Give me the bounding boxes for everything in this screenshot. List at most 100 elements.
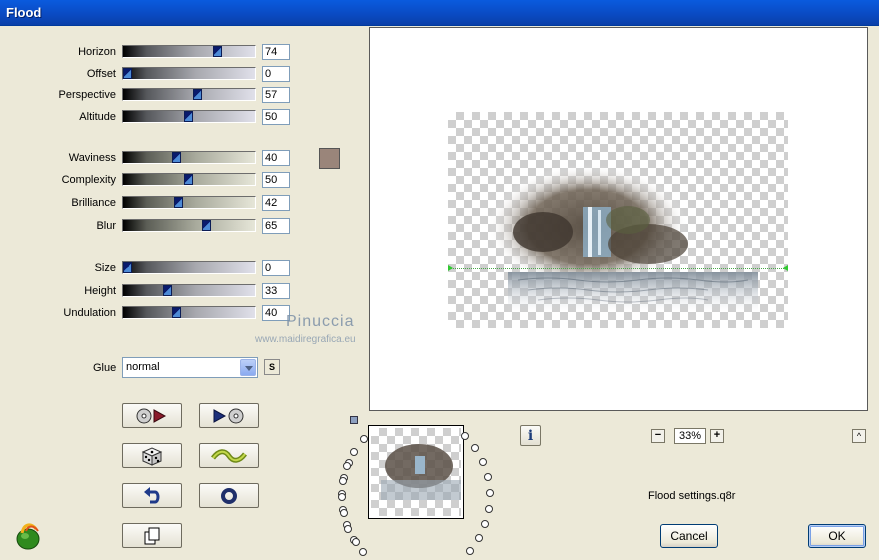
- copy-button[interactable]: [122, 523, 182, 548]
- preview-area[interactable]: [369, 27, 868, 411]
- dialog-body: Horizon 74 Offset 0 Perspective 57 Altitude 50 W…: [0, 26, 879, 560]
- glue-select[interactable]: normal: [122, 357, 258, 378]
- navigator-dot[interactable]: [350, 447, 359, 456]
- chevron-down-icon[interactable]: [240, 359, 256, 376]
- random-button[interactable]: [122, 443, 182, 468]
- slider-value-field[interactable]: 0: [262, 260, 290, 276]
- disc-play-icon: [136, 408, 167, 423]
- expand-button[interactable]: ^: [852, 429, 866, 443]
- slider-thumb[interactable]: [174, 197, 184, 208]
- slider-thumb[interactable]: [123, 68, 132, 79]
- slider-value-field[interactable]: 40: [262, 150, 290, 166]
- slider-value-field[interactable]: 65: [262, 218, 290, 234]
- navigator-dot[interactable]: [485, 504, 494, 513]
- slider-value-field[interactable]: 50: [262, 172, 290, 188]
- navigator-dot[interactable]: [471, 443, 480, 452]
- slider-thumb[interactable]: [171, 152, 181, 163]
- navigator-dot[interactable]: [474, 534, 483, 543]
- slider-track[interactable]: [122, 88, 256, 101]
- slider-thumb[interactable]: [184, 174, 193, 185]
- navigator-dot[interactable]: [339, 509, 348, 518]
- wave-icon: [211, 448, 247, 463]
- slider-track[interactable]: [122, 110, 256, 123]
- slider-label: Horizon: [78, 46, 116, 58]
- slider-track[interactable]: [122, 284, 256, 297]
- undo-button[interactable]: [122, 483, 182, 508]
- horizon-marker[interactable]: [448, 265, 788, 271]
- wave-button[interactable]: [199, 443, 259, 468]
- slider-complexity: Complexity 50: [0, 172, 300, 188]
- settings-filename: Flood settings.q8r: [648, 490, 736, 502]
- slider-track[interactable]: [122, 261, 256, 274]
- slider-track[interactable]: [122, 45, 256, 58]
- ok-button[interactable]: OK: [808, 524, 866, 548]
- slider-track[interactable]: [122, 173, 256, 186]
- glue-settings-button[interactable]: S: [264, 359, 280, 375]
- slider-undulation: Undulation 40: [0, 305, 300, 321]
- navigator-dot[interactable]: [465, 547, 474, 556]
- slider-track[interactable]: [122, 151, 256, 164]
- slider-waviness: Waviness 40: [0, 150, 300, 166]
- slider-label: Height: [84, 285, 116, 297]
- slider-thumb[interactable]: [123, 262, 132, 273]
- slider-thumb[interactable]: [192, 89, 202, 100]
- slider-value-field[interactable]: 74: [262, 44, 290, 60]
- navigator-dot[interactable]: [343, 462, 352, 471]
- navigator-dot[interactable]: [338, 493, 346, 502]
- navigator-dot[interactable]: [481, 520, 490, 529]
- navigator-dot[interactable]: [485, 488, 494, 497]
- slider-thumb[interactable]: [184, 111, 193, 122]
- slider-label: Offset: [86, 68, 116, 80]
- slider-value-field[interactable]: 50: [262, 109, 290, 125]
- slider-offset: Offset 0: [0, 66, 300, 82]
- slider-brilliance: Brilliance 42: [0, 195, 300, 211]
- title-bar: Flood: [0, 0, 879, 26]
- slider-label: Blur: [96, 220, 116, 232]
- slider-value-field[interactable]: 33: [262, 283, 290, 299]
- slider-size: Size 0: [0, 260, 300, 276]
- slider-horizon: Horizon 74: [0, 44, 300, 60]
- color-swatch[interactable]: [319, 148, 340, 169]
- slider-thumb[interactable]: [202, 220, 212, 231]
- reset-button[interactable]: [199, 483, 259, 508]
- glue-value: normal: [126, 361, 160, 373]
- save-settings-button[interactable]: [199, 403, 259, 428]
- thumbnail-preview[interactable]: [368, 425, 464, 519]
- slider-value-field[interactable]: 0: [262, 66, 290, 82]
- slider-altitude: Altitude 50: [0, 109, 300, 125]
- watermark-text: Pinuccia: [286, 313, 355, 330]
- slider-value-field[interactable]: 57: [262, 87, 290, 103]
- play-disc-icon: [213, 408, 244, 423]
- info-button[interactable]: i: [520, 425, 541, 446]
- cancel-button[interactable]: Cancel: [660, 524, 718, 548]
- navigator-dot[interactable]: [344, 524, 353, 533]
- navigator-handle[interactable]: [350, 416, 358, 424]
- load-settings-button[interactable]: [122, 403, 182, 428]
- undo-icon: [144, 486, 160, 503]
- slider-thumb[interactable]: [163, 285, 173, 296]
- navigator-dot[interactable]: [478, 457, 487, 466]
- navigator-dot[interactable]: [461, 432, 470, 441]
- navigator-dot[interactable]: [359, 435, 368, 444]
- slider-track[interactable]: [122, 306, 256, 319]
- navigator-dot[interactable]: [359, 548, 368, 557]
- slider-thumb[interactable]: [171, 307, 181, 318]
- slider-track[interactable]: [122, 67, 256, 80]
- slider-blur: Blur 65: [0, 218, 300, 234]
- slider-label: Perspective: [58, 89, 116, 101]
- slider-value-field[interactable]: 42: [262, 195, 290, 211]
- zoom-level: 33%: [674, 428, 706, 444]
- slider-height: Height 33: [0, 283, 300, 299]
- dice-icon: [141, 446, 163, 466]
- navigator-dot[interactable]: [351, 538, 360, 547]
- slider-label: Brilliance: [71, 197, 116, 209]
- navigator-dot[interactable]: [483, 472, 492, 481]
- slider-track[interactable]: [122, 196, 256, 209]
- zoom-out-button[interactable]: −: [651, 429, 665, 443]
- zoom-in-button[interactable]: +: [710, 429, 724, 443]
- navigator-dot[interactable]: [339, 477, 348, 486]
- watermark-url: www.maidiregrafica.eu: [255, 334, 356, 345]
- slider-track[interactable]: [122, 219, 256, 232]
- slider-thumb[interactable]: [213, 46, 223, 57]
- slider-label: Complexity: [61, 174, 116, 186]
